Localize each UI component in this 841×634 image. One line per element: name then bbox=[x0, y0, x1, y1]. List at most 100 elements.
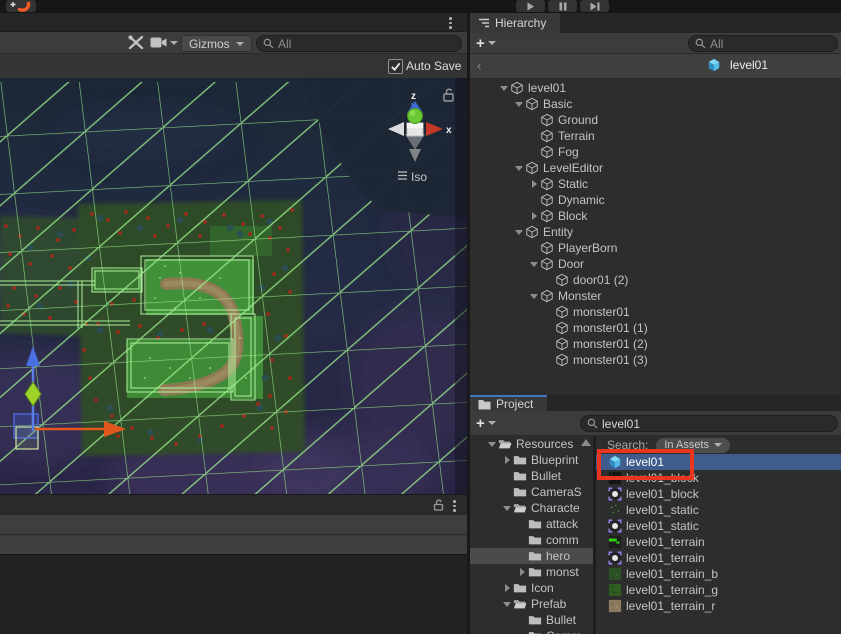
sprite-prefab-icon bbox=[608, 519, 622, 533]
expand-down-icon[interactable] bbox=[513, 166, 525, 171]
step-icon bbox=[590, 2, 600, 11]
expand-down-icon[interactable] bbox=[513, 102, 525, 107]
expand-right-icon[interactable] bbox=[501, 456, 513, 464]
hierarchy-item-label: Terrain bbox=[558, 129, 595, 143]
play-button[interactable] bbox=[516, 0, 545, 12]
hierarchy-item-label: PlayerBorn bbox=[558, 241, 617, 255]
create-dropdown-caret bbox=[488, 41, 496, 45]
folder-item[interactable]: CameraS bbox=[470, 484, 593, 500]
folder-item[interactable]: Icon bbox=[470, 580, 593, 596]
hierarchy-item-label: Fog bbox=[558, 145, 579, 159]
step-button[interactable] bbox=[580, 0, 609, 12]
scene-search-input[interactable]: All bbox=[256, 35, 462, 52]
folder-item[interactable]: Bullet bbox=[470, 612, 593, 628]
scene-tab-bar bbox=[0, 13, 467, 32]
project-search-input[interactable]: level01 bbox=[580, 415, 838, 432]
hierarchy-item[interactable]: monster01 (2) bbox=[470, 336, 841, 352]
camera-dropdown-caret[interactable] bbox=[170, 41, 178, 45]
hierarchy-item[interactable]: Fog bbox=[470, 144, 841, 160]
search-result-item[interactable]: level01_terrain bbox=[596, 550, 841, 566]
hierarchy-item[interactable]: monster01 (3) bbox=[470, 352, 841, 368]
scroll-up-arrow[interactable] bbox=[581, 439, 591, 446]
folder-open-icon bbox=[513, 597, 527, 611]
hierarchy-item-label: Block bbox=[558, 209, 587, 223]
pause-button[interactable] bbox=[548, 0, 577, 12]
hierarchy-item[interactable]: PlayerBorn bbox=[470, 240, 841, 256]
folder-item[interactable]: Comm bbox=[470, 628, 593, 634]
hierarchy-item[interactable]: LevelEditor bbox=[470, 160, 841, 176]
hierarchy-item[interactable]: Ground bbox=[470, 112, 841, 128]
folder-item[interactable]: Blueprint bbox=[470, 452, 593, 468]
folder-item[interactable]: Resources bbox=[470, 436, 593, 452]
hierarchy-item[interactable]: door01 (2) bbox=[470, 272, 841, 288]
expand-down-icon[interactable] bbox=[486, 442, 498, 447]
folder-item[interactable]: hero bbox=[470, 548, 593, 564]
folder-icon bbox=[478, 399, 491, 410]
cube-icon bbox=[555, 337, 569, 351]
search-result-item[interactable]: level01_terrain_g bbox=[596, 582, 841, 598]
folder-item[interactable]: Characte bbox=[470, 500, 593, 516]
expand-down-icon[interactable] bbox=[528, 262, 540, 267]
hierarchy-tree: level01BasicGroundTerrain FogLevelEditorS… bbox=[470, 79, 841, 395]
gizmos-button[interactable]: Gizmos bbox=[181, 35, 252, 52]
hierarchy-item[interactable]: Static bbox=[470, 176, 841, 192]
folder-item[interactable]: Prefab bbox=[470, 596, 593, 612]
project-toolbar: + level01 bbox=[470, 411, 841, 436]
project-create-button[interactable]: + bbox=[476, 411, 496, 435]
axis-x-label: x bbox=[446, 125, 452, 136]
folder-icon bbox=[513, 469, 527, 483]
expand-right-icon[interactable] bbox=[528, 180, 540, 188]
search-icon bbox=[263, 38, 274, 49]
hierarchy-create-button[interactable]: + bbox=[476, 33, 496, 53]
hierarchy-search-input[interactable]: All bbox=[688, 35, 838, 52]
expand-right-icon[interactable] bbox=[501, 584, 513, 592]
hierarchy-item[interactable]: Terrain bbox=[470, 128, 841, 144]
folder-item-label: Bullet bbox=[531, 469, 561, 483]
orange-tool-button[interactable] bbox=[6, 0, 36, 12]
scene-viewport[interactable]: z y x bbox=[0, 78, 467, 494]
tools-icon[interactable] bbox=[128, 35, 144, 50]
search-result-item[interactable]: level01_terrain_b bbox=[596, 566, 841, 582]
folder-item[interactable]: monst bbox=[470, 564, 593, 580]
folder-item[interactable]: Bullet bbox=[470, 468, 593, 484]
tab-project[interactable]: Project bbox=[470, 395, 547, 411]
folder-item-label: Resources bbox=[516, 437, 573, 451]
folder-item[interactable]: comm bbox=[470, 532, 593, 548]
hierarchy-item[interactable]: Dynamic bbox=[470, 192, 841, 208]
search-result-item[interactable]: level01_terrain_r bbox=[596, 598, 841, 614]
hierarchy-item[interactable]: level01 bbox=[470, 80, 841, 96]
search-result-label: level01_terrain bbox=[626, 535, 705, 549]
cube-icon bbox=[525, 97, 539, 111]
breadcrumb-back-button[interactable]: ‹ bbox=[477, 58, 481, 73]
search-result-item[interactable]: level01_static bbox=[596, 502, 841, 518]
expand-down-icon[interactable] bbox=[513, 230, 525, 235]
breadcrumb-item[interactable]: level01 bbox=[707, 58, 768, 72]
expand-right-icon[interactable] bbox=[528, 212, 540, 220]
tab-hierarchy[interactable]: Hierarchy bbox=[470, 13, 560, 33]
search-result-item[interactable]: level01_static bbox=[596, 518, 841, 534]
bottom-panel-menu-button[interactable] bbox=[453, 500, 456, 512]
hierarchy-item[interactable]: Basic bbox=[470, 96, 841, 112]
padlock-open-icon[interactable] bbox=[433, 499, 445, 511]
hierarchy-item[interactable]: monster01 bbox=[470, 304, 841, 320]
folder-item[interactable]: attack bbox=[470, 516, 593, 532]
hierarchy-item[interactable]: Monster bbox=[470, 288, 841, 304]
auto-save-checkbox[interactable] bbox=[388, 59, 403, 74]
scene-panel-menu-button[interactable] bbox=[449, 17, 452, 29]
hierarchy-item[interactable]: Door bbox=[470, 256, 841, 272]
expand-right-icon[interactable] bbox=[516, 568, 528, 576]
hierarchy-item[interactable]: Block bbox=[470, 208, 841, 224]
plus-icon: + bbox=[476, 415, 485, 432]
expand-down-icon[interactable] bbox=[528, 294, 540, 299]
hierarchy-item[interactable]: Entity bbox=[470, 224, 841, 240]
search-result-item[interactable]: level01_terrain bbox=[596, 534, 841, 550]
cube-icon bbox=[540, 113, 554, 127]
folder-icon bbox=[528, 517, 542, 531]
hierarchy-item[interactable]: monster01 (1) bbox=[470, 320, 841, 336]
search-result-item[interactable]: level01_block bbox=[596, 486, 841, 502]
expand-down-icon[interactable] bbox=[501, 506, 513, 511]
hierarchy-item-label: Static bbox=[558, 177, 588, 191]
camera-icon[interactable] bbox=[150, 37, 167, 48]
expand-down-icon[interactable] bbox=[501, 602, 513, 607]
expand-down-icon[interactable] bbox=[498, 86, 510, 91]
